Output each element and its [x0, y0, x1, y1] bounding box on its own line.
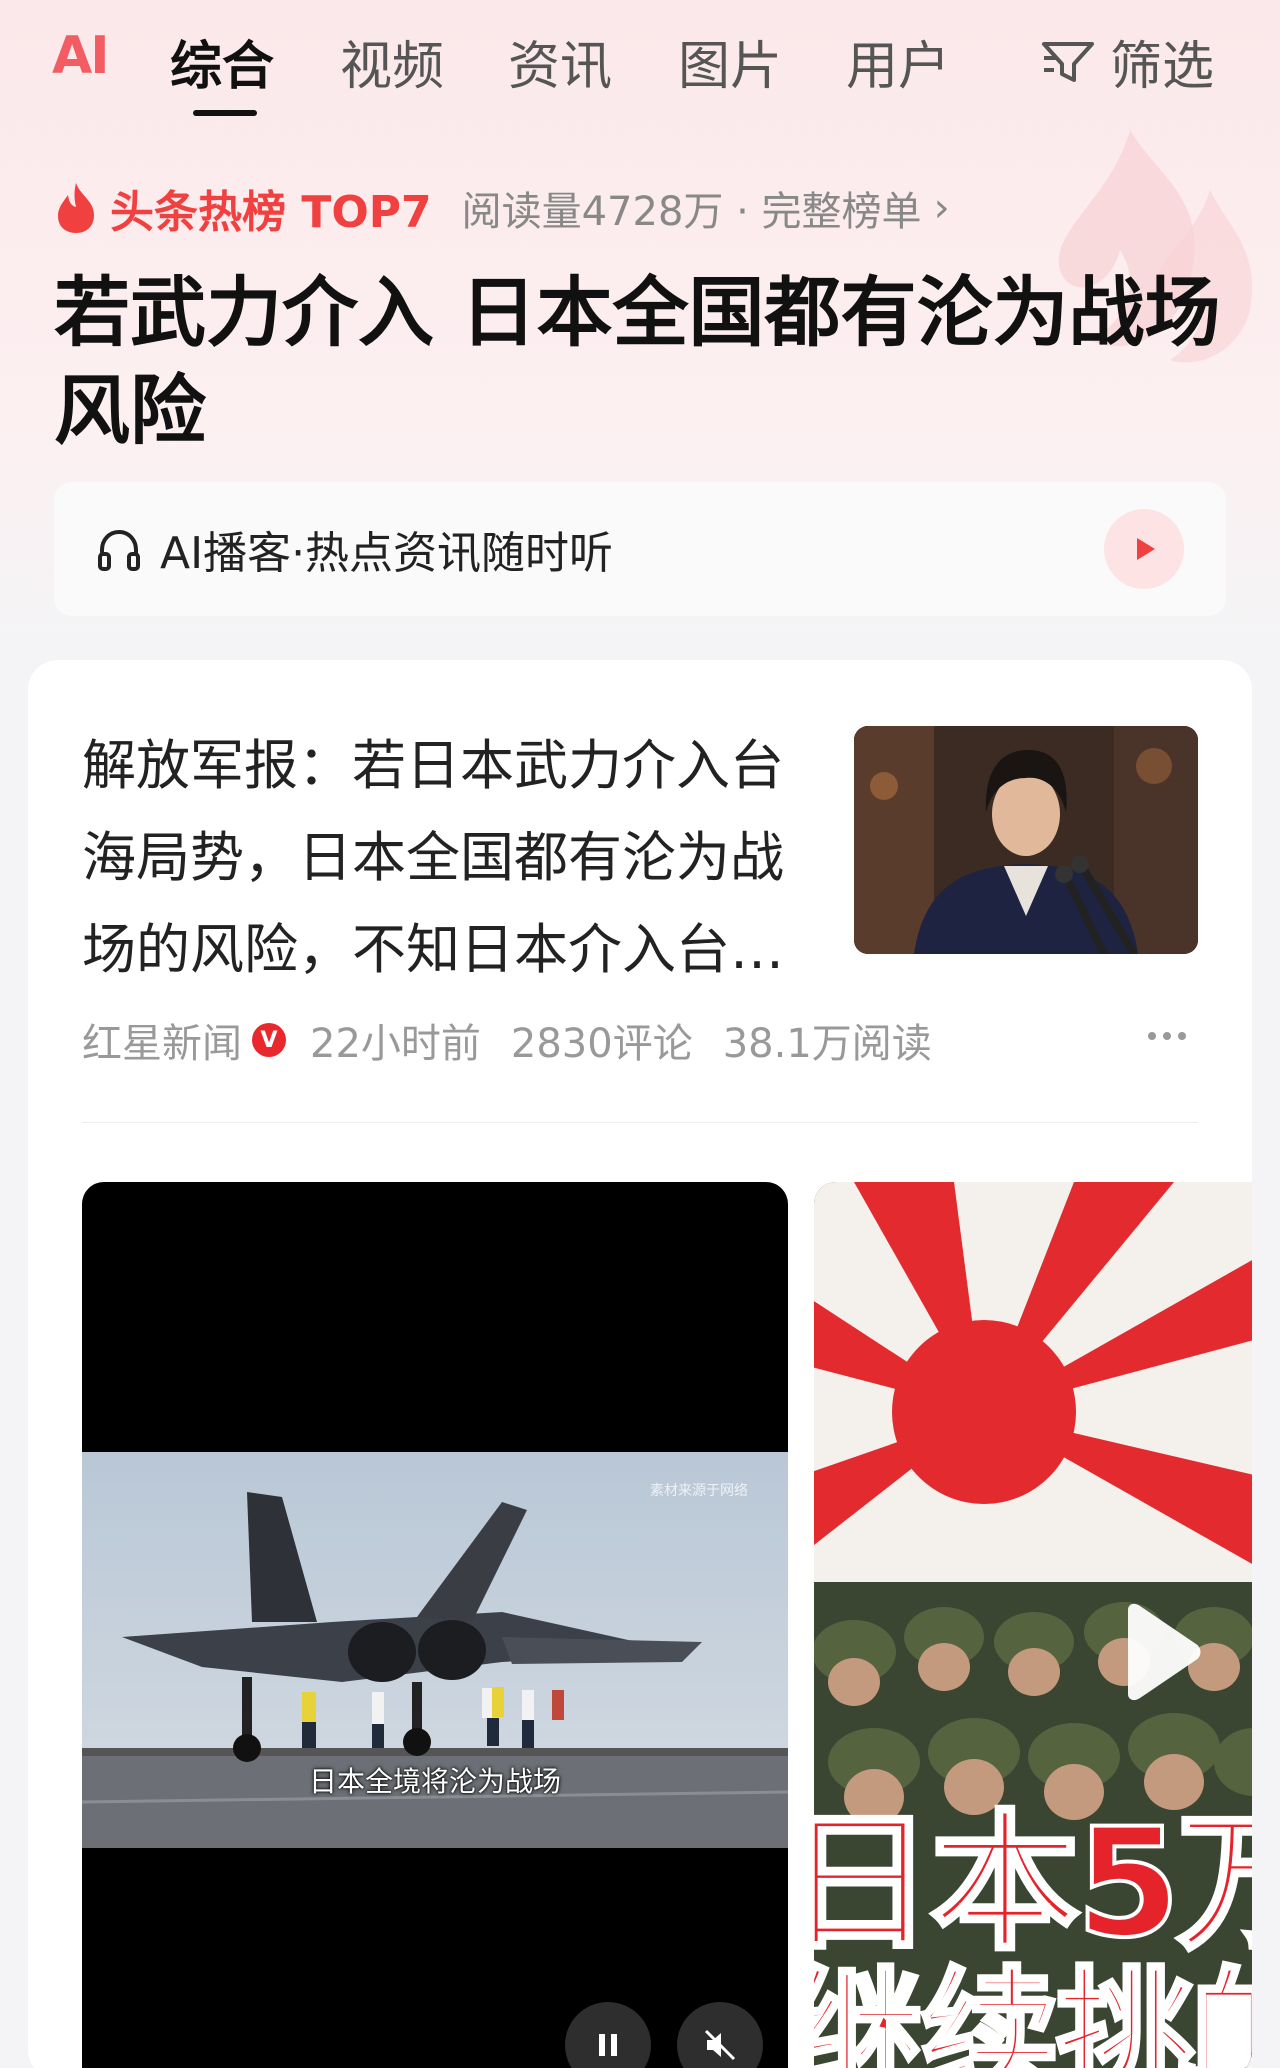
- mute-button[interactable]: [677, 2002, 763, 2068]
- tab-news[interactable]: 资讯: [508, 24, 612, 99]
- video-tile[interactable]: 日本5万人 继续挑衅: [814, 1182, 1252, 2068]
- divider: [82, 1122, 1198, 1123]
- more-icon[interactable]: [1148, 1032, 1186, 1040]
- news-card: 解放军报：若日本武力介入台海局势，日本全国都有沦为战场的风险，不知日本介入台湾局…: [28, 660, 1252, 2068]
- verified-icon: V: [252, 1023, 286, 1057]
- article-reads: 38.1万阅读: [722, 1021, 932, 1067]
- video-tile[interactable]: 素材来源于网络 日本全境将沦为战场: [82, 1182, 788, 2068]
- podcast-label: AI播客·热点资讯随时听: [160, 528, 614, 579]
- article-source[interactable]: 红星新闻: [82, 1011, 242, 1069]
- hot-list-title: 头条热榜 TOP7: [110, 187, 432, 238]
- tab-users[interactable]: 用户: [846, 24, 950, 99]
- tab-video[interactable]: 视频: [340, 24, 444, 99]
- mute-icon: [704, 2029, 736, 2061]
- hot-list-meta[interactable]: 阅读量4728万 · 完整榜单: [462, 179, 922, 237]
- headphones-icon: [98, 529, 140, 571]
- article-time: 22小时前: [310, 1021, 481, 1067]
- play-icon: [1137, 538, 1155, 560]
- active-tab-indicator: [193, 110, 257, 116]
- top-tab-bar: AI 综合 视频 资讯 图片 用户 筛选: [0, 0, 1280, 120]
- filter-icon: [1042, 41, 1094, 82]
- hot-list-row[interactable]: 头条热榜 TOP7 阅读量4728万 · 完整榜单 ›: [54, 179, 950, 238]
- article-meta: 红星新闻 V 22小时前 2830评论 38.1万阅读: [82, 1012, 932, 1068]
- article-title[interactable]: 解放军报：若日本武力介入台海局势，日本全国都有沦为战场的风险，不知日本介入台湾局…: [82, 720, 822, 996]
- tab-images[interactable]: 图片: [678, 24, 782, 99]
- video-overlay-line-2: 继续挑衅: [814, 1952, 1252, 2068]
- article-thumbnail[interactable]: [854, 726, 1198, 954]
- chevron-right-icon: ›: [933, 185, 950, 231]
- video-watermark: 素材来源于网络: [650, 1483, 748, 1499]
- podcast-play-button[interactable]: [1104, 509, 1184, 589]
- video-subtitle: 日本全境将沦为战场: [308, 1765, 561, 1798]
- flame-icon: [58, 183, 94, 233]
- ai-logo[interactable]: AI: [52, 26, 110, 86]
- filter-label: 筛选: [1110, 37, 1215, 97]
- play-icon[interactable]: [1114, 1602, 1204, 1702]
- filter-button[interactable]: 筛选: [1040, 24, 1214, 99]
- ai-podcast-bar[interactable]: AI播客·热点资讯随时听: [54, 482, 1226, 616]
- article-comments: 2830评论: [510, 1021, 693, 1067]
- hot-headline[interactable]: 若武力介入 日本全国都有沦为战场风险: [54, 264, 1234, 460]
- tab-comprehensive[interactable]: 综合: [170, 24, 274, 99]
- pause-button[interactable]: [565, 2002, 651, 2068]
- pause-icon: [599, 2034, 617, 2056]
